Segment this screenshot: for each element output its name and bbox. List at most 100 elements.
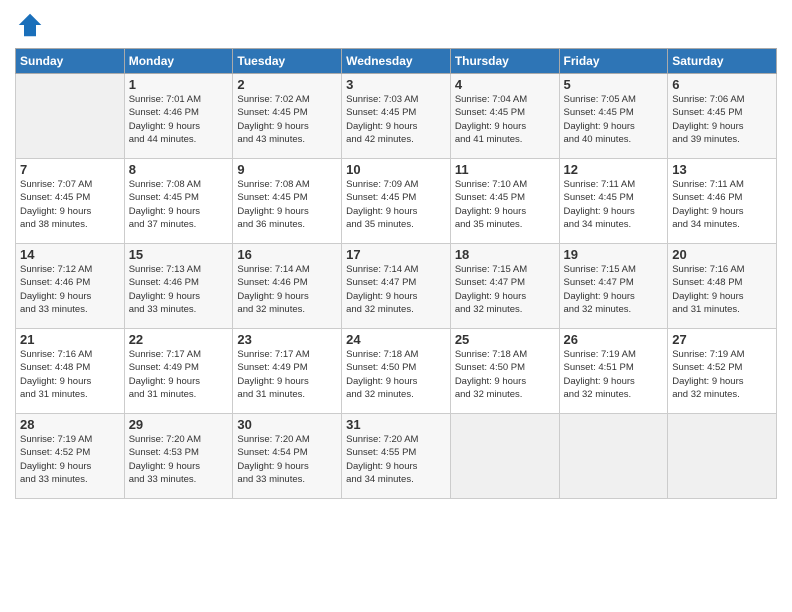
day-number: 9 — [237, 162, 337, 177]
day-number: 12 — [564, 162, 664, 177]
day-cell: 11Sunrise: 7:10 AM Sunset: 4:45 PM Dayli… — [450, 159, 559, 244]
day-cell: 7Sunrise: 7:07 AM Sunset: 4:45 PM Daylig… — [16, 159, 125, 244]
day-detail: Sunrise: 7:18 AM Sunset: 4:50 PM Dayligh… — [346, 348, 446, 401]
week-row-1: 1Sunrise: 7:01 AM Sunset: 4:46 PM Daylig… — [16, 74, 777, 159]
header-cell-tuesday: Tuesday — [233, 49, 342, 74]
header-cell-thursday: Thursday — [450, 49, 559, 74]
day-number: 26 — [564, 332, 664, 347]
header — [15, 10, 777, 40]
day-cell: 23Sunrise: 7:17 AM Sunset: 4:49 PM Dayli… — [233, 329, 342, 414]
day-cell: 18Sunrise: 7:15 AM Sunset: 4:47 PM Dayli… — [450, 244, 559, 329]
day-number: 20 — [672, 247, 772, 262]
day-number: 17 — [346, 247, 446, 262]
day-cell: 21Sunrise: 7:16 AM Sunset: 4:48 PM Dayli… — [16, 329, 125, 414]
day-detail: Sunrise: 7:17 AM Sunset: 4:49 PM Dayligh… — [237, 348, 337, 401]
day-number: 19 — [564, 247, 664, 262]
day-detail: Sunrise: 7:08 AM Sunset: 4:45 PM Dayligh… — [237, 178, 337, 231]
day-cell — [450, 414, 559, 499]
day-number: 7 — [20, 162, 120, 177]
week-row-2: 7Sunrise: 7:07 AM Sunset: 4:45 PM Daylig… — [16, 159, 777, 244]
day-number: 10 — [346, 162, 446, 177]
logo — [15, 10, 49, 40]
day-detail: Sunrise: 7:17 AM Sunset: 4:49 PM Dayligh… — [129, 348, 229, 401]
day-number: 30 — [237, 417, 337, 432]
day-number: 24 — [346, 332, 446, 347]
day-number: 15 — [129, 247, 229, 262]
header-cell-wednesday: Wednesday — [342, 49, 451, 74]
day-detail: Sunrise: 7:11 AM Sunset: 4:45 PM Dayligh… — [564, 178, 664, 231]
logo-icon — [15, 10, 45, 40]
day-detail: Sunrise: 7:20 AM Sunset: 4:55 PM Dayligh… — [346, 433, 446, 486]
day-cell: 26Sunrise: 7:19 AM Sunset: 4:51 PM Dayli… — [559, 329, 668, 414]
day-cell: 1Sunrise: 7:01 AM Sunset: 4:46 PM Daylig… — [124, 74, 233, 159]
day-number: 13 — [672, 162, 772, 177]
day-cell: 14Sunrise: 7:12 AM Sunset: 4:46 PM Dayli… — [16, 244, 125, 329]
day-detail: Sunrise: 7:08 AM Sunset: 4:45 PM Dayligh… — [129, 178, 229, 231]
day-cell: 3Sunrise: 7:03 AM Sunset: 4:45 PM Daylig… — [342, 74, 451, 159]
day-detail: Sunrise: 7:07 AM Sunset: 4:45 PM Dayligh… — [20, 178, 120, 231]
day-detail: Sunrise: 7:04 AM Sunset: 4:45 PM Dayligh… — [455, 93, 555, 146]
day-detail: Sunrise: 7:01 AM Sunset: 4:46 PM Dayligh… — [129, 93, 229, 146]
day-detail: Sunrise: 7:11 AM Sunset: 4:46 PM Dayligh… — [672, 178, 772, 231]
day-number: 16 — [237, 247, 337, 262]
day-detail: Sunrise: 7:20 AM Sunset: 4:53 PM Dayligh… — [129, 433, 229, 486]
day-cell: 5Sunrise: 7:05 AM Sunset: 4:45 PM Daylig… — [559, 74, 668, 159]
day-cell: 10Sunrise: 7:09 AM Sunset: 4:45 PM Dayli… — [342, 159, 451, 244]
day-number: 2 — [237, 77, 337, 92]
day-cell: 24Sunrise: 7:18 AM Sunset: 4:50 PM Dayli… — [342, 329, 451, 414]
day-number: 27 — [672, 332, 772, 347]
day-cell: 2Sunrise: 7:02 AM Sunset: 4:45 PM Daylig… — [233, 74, 342, 159]
day-detail: Sunrise: 7:03 AM Sunset: 4:45 PM Dayligh… — [346, 93, 446, 146]
day-detail: Sunrise: 7:16 AM Sunset: 4:48 PM Dayligh… — [20, 348, 120, 401]
day-number: 29 — [129, 417, 229, 432]
day-detail: Sunrise: 7:14 AM Sunset: 4:47 PM Dayligh… — [346, 263, 446, 316]
day-cell: 12Sunrise: 7:11 AM Sunset: 4:45 PM Dayli… — [559, 159, 668, 244]
day-number: 14 — [20, 247, 120, 262]
day-number: 25 — [455, 332, 555, 347]
day-number: 31 — [346, 417, 446, 432]
week-row-4: 21Sunrise: 7:16 AM Sunset: 4:48 PM Dayli… — [16, 329, 777, 414]
day-number: 22 — [129, 332, 229, 347]
page-container: SundayMondayTuesdayWednesdayThursdayFrid… — [0, 0, 792, 612]
day-cell: 31Sunrise: 7:20 AM Sunset: 4:55 PM Dayli… — [342, 414, 451, 499]
day-detail: Sunrise: 7:02 AM Sunset: 4:45 PM Dayligh… — [237, 93, 337, 146]
day-cell: 9Sunrise: 7:08 AM Sunset: 4:45 PM Daylig… — [233, 159, 342, 244]
day-cell: 13Sunrise: 7:11 AM Sunset: 4:46 PM Dayli… — [668, 159, 777, 244]
day-number: 18 — [455, 247, 555, 262]
week-row-5: 28Sunrise: 7:19 AM Sunset: 4:52 PM Dayli… — [16, 414, 777, 499]
header-cell-sunday: Sunday — [16, 49, 125, 74]
day-detail: Sunrise: 7:18 AM Sunset: 4:50 PM Dayligh… — [455, 348, 555, 401]
day-cell: 30Sunrise: 7:20 AM Sunset: 4:54 PM Dayli… — [233, 414, 342, 499]
day-cell: 19Sunrise: 7:15 AM Sunset: 4:47 PM Dayli… — [559, 244, 668, 329]
day-number: 28 — [20, 417, 120, 432]
day-detail: Sunrise: 7:14 AM Sunset: 4:46 PM Dayligh… — [237, 263, 337, 316]
day-cell: 15Sunrise: 7:13 AM Sunset: 4:46 PM Dayli… — [124, 244, 233, 329]
day-detail: Sunrise: 7:20 AM Sunset: 4:54 PM Dayligh… — [237, 433, 337, 486]
day-cell: 20Sunrise: 7:16 AM Sunset: 4:48 PM Dayli… — [668, 244, 777, 329]
day-detail: Sunrise: 7:19 AM Sunset: 4:52 PM Dayligh… — [672, 348, 772, 401]
day-number: 3 — [346, 77, 446, 92]
day-detail: Sunrise: 7:12 AM Sunset: 4:46 PM Dayligh… — [20, 263, 120, 316]
day-detail: Sunrise: 7:10 AM Sunset: 4:45 PM Dayligh… — [455, 178, 555, 231]
day-number: 5 — [564, 77, 664, 92]
day-number: 11 — [455, 162, 555, 177]
day-cell — [16, 74, 125, 159]
day-cell: 25Sunrise: 7:18 AM Sunset: 4:50 PM Dayli… — [450, 329, 559, 414]
day-detail: Sunrise: 7:19 AM Sunset: 4:52 PM Dayligh… — [20, 433, 120, 486]
day-number: 4 — [455, 77, 555, 92]
day-cell: 29Sunrise: 7:20 AM Sunset: 4:53 PM Dayli… — [124, 414, 233, 499]
day-detail: Sunrise: 7:15 AM Sunset: 4:47 PM Dayligh… — [455, 263, 555, 316]
day-detail: Sunrise: 7:06 AM Sunset: 4:45 PM Dayligh… — [672, 93, 772, 146]
day-cell — [559, 414, 668, 499]
day-cell: 22Sunrise: 7:17 AM Sunset: 4:49 PM Dayli… — [124, 329, 233, 414]
calendar-table: SundayMondayTuesdayWednesdayThursdayFrid… — [15, 48, 777, 499]
day-detail: Sunrise: 7:09 AM Sunset: 4:45 PM Dayligh… — [346, 178, 446, 231]
day-number: 21 — [20, 332, 120, 347]
day-number: 8 — [129, 162, 229, 177]
week-row-3: 14Sunrise: 7:12 AM Sunset: 4:46 PM Dayli… — [16, 244, 777, 329]
day-cell: 6Sunrise: 7:06 AM Sunset: 4:45 PM Daylig… — [668, 74, 777, 159]
day-cell: 27Sunrise: 7:19 AM Sunset: 4:52 PM Dayli… — [668, 329, 777, 414]
day-cell: 4Sunrise: 7:04 AM Sunset: 4:45 PM Daylig… — [450, 74, 559, 159]
day-cell: 16Sunrise: 7:14 AM Sunset: 4:46 PM Dayli… — [233, 244, 342, 329]
day-number: 6 — [672, 77, 772, 92]
